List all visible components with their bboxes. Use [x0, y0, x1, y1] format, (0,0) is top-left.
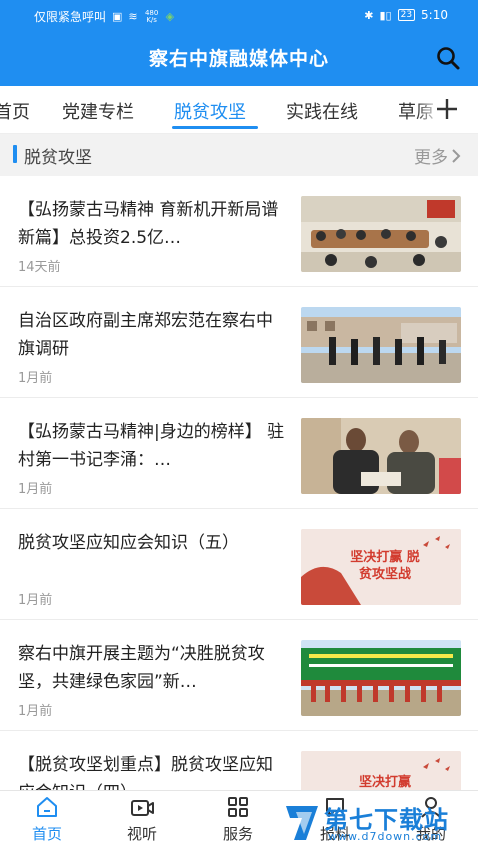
news-list: 【弘扬蒙古马精神 育新机开新局谱新篇】总投资2.5亿… 14天前 自治区政府副主…: [0, 176, 478, 790]
chevron-right-icon: [452, 148, 461, 163]
clock: 5:10: [421, 8, 448, 22]
news-title: 察右中旗开展主题为“决胜脱贫攻坚，共建绿色家园”新…: [18, 644, 265, 692]
section-accent-bar: [13, 145, 17, 163]
tab-poverty-alleviation[interactable]: 脱贫攻坚: [174, 98, 246, 124]
video-icon: [131, 800, 154, 816]
news-title: 【脱贫攻坚划重点】脱贫攻坚应知应会知识（四）: [18, 755, 273, 790]
news-thumbnail: [301, 307, 461, 383]
news-thumbnail: 坚决打赢: [301, 751, 461, 790]
tab-practice-online[interactable]: 实践在线: [286, 98, 358, 124]
nav-label: 视听: [126, 825, 157, 843]
nav-label: 服务: [222, 825, 253, 843]
tab-home[interactable]: 首页: [0, 98, 30, 124]
add-channel-icon[interactable]: [434, 96, 460, 122]
watermark: 第七下载站 www.d7down.com: [282, 798, 472, 848]
news-thumbnail: [301, 418, 461, 494]
bluetooth-icon: ✱: [364, 8, 374, 22]
wifi-icon: ≋: [128, 10, 138, 23]
thumbnail-caption: 坚决打赢: [358, 775, 411, 790]
news-time: 14天前: [18, 260, 61, 275]
channel-tabs: 首页 党建专栏 脱贫攻坚 实践在线 草原: [0, 86, 478, 134]
signal-icon: ▮▯: [379, 8, 392, 22]
more-label: 更多: [414, 148, 448, 168]
list-item[interactable]: 察右中旗开展主题为“决胜脱贫攻坚，共建绿色家园”新… 1月前: [0, 620, 478, 731]
list-item[interactable]: 自治区政府副主席郑宏范在察右中旗调研 1月前: [0, 287, 478, 398]
battery-level: 23: [397, 9, 416, 21]
news-thumbnail: [301, 196, 461, 272]
list-item[interactable]: 【弘扬蒙古马精神|身边的榜样】 驻村第一书记李涌：… 1月前: [0, 398, 478, 509]
news-time: 1月前: [18, 593, 53, 608]
news-thumbnail: 坚决打赢 脱贫攻坚战: [301, 529, 461, 605]
app-title: 察右中旗融媒体中心: [148, 48, 329, 70]
news-time: 1月前: [18, 482, 53, 497]
news-title: 【弘扬蒙古马精神|身边的榜样】 驻村第一书记李涌：…: [18, 422, 285, 470]
nav-label: 首页: [31, 825, 62, 843]
nav-home[interactable]: 首页: [12, 795, 82, 844]
news-title: 【弘扬蒙古马精神 育新机开新局谱新篇】总投资2.5亿…: [18, 200, 279, 248]
app-notification-icon: ◈: [165, 10, 175, 23]
net-speed: 480 K/s: [144, 8, 159, 24]
search-icon[interactable]: [434, 44, 462, 72]
nav-services[interactable]: 服务: [203, 795, 273, 844]
list-item[interactable]: 【脱贫攻坚划重点】脱贫攻坚应知应会知识（四） 坚决打赢: [0, 731, 478, 790]
nav-video[interactable]: 视听: [107, 795, 177, 844]
section-header: 脱贫攻坚 更多: [0, 134, 478, 176]
home-icon: [37, 797, 57, 817]
list-item[interactable]: 【弘扬蒙古马精神 育新机开新局谱新篇】总投资2.5亿… 14天前: [0, 176, 478, 287]
active-tab-indicator: [172, 126, 258, 129]
tab-party-building[interactable]: 党建专栏: [62, 98, 134, 124]
news-title: 自治区政府副主席郑宏范在察右中旗调研: [18, 311, 273, 359]
thumbnail-caption: 坚决打赢 脱贫攻坚战: [350, 550, 420, 582]
more-link[interactable]: 更多: [414, 143, 462, 168]
grid-icon: [228, 797, 248, 817]
watermark-logo-icon: [286, 806, 318, 840]
news-title: 脱贫攻坚应知应会知识（五）: [18, 533, 239, 553]
section-title: 脱贫攻坚: [24, 148, 92, 168]
news-time: 1月前: [18, 371, 53, 386]
carrier-text: 仅限紧急呼叫: [34, 10, 107, 24]
sim-icon: ▣: [112, 10, 123, 23]
app-header: 察右中旗融媒体中心: [0, 30, 478, 86]
list-item[interactable]: 脱贫攻坚应知应会知识（五） 1月前 坚决打赢 脱贫攻坚战: [0, 509, 478, 620]
watermark-url: www.d7down.com: [328, 830, 443, 843]
news-time: 1月前: [18, 704, 53, 719]
news-thumbnail: [301, 640, 461, 716]
status-bar: 仅限紧急呼叫 ▣ ≋ 480 K/s ◈ ✱ ▮▯ 23 5:10: [0, 0, 478, 30]
